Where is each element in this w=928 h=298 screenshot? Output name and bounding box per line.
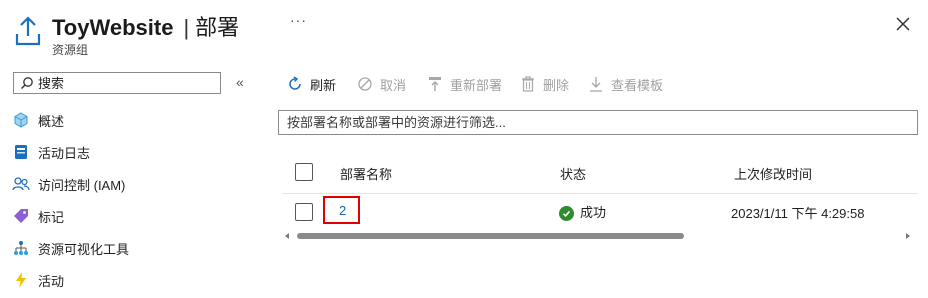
sidebar-item-iam[interactable]: 访问控制 (IAM) [12, 172, 125, 196]
cancel-label: 取消 [380, 77, 407, 93]
lightning-icon [12, 271, 30, 289]
sidebar-item-events[interactable]: 活动 [12, 268, 64, 292]
collapse-sidebar-icon[interactable]: « [236, 74, 244, 90]
status-cell: 成功 [559, 202, 607, 222]
resource-group-name: ToyWebsite [52, 15, 174, 40]
cancel-button[interactable]: 取消 [356, 74, 406, 94]
redeploy-button[interactable]: 重新部署 [426, 74, 502, 94]
sidebar-item-label: 活动 [38, 273, 65, 289]
resource-group-upload-icon [14, 14, 42, 48]
sidebar-item-label: 访问控制 (IAM) [38, 177, 126, 193]
highlight-box [323, 196, 360, 224]
delete-icon [519, 75, 537, 93]
filter-input[interactable] [287, 112, 907, 133]
sidebar-search[interactable] [13, 72, 221, 94]
status-text: 成功 [580, 205, 607, 220]
sidebar-item-overview[interactable]: 概述 [12, 108, 64, 132]
sidebar-search-input[interactable] [38, 74, 218, 92]
redeploy-icon [426, 75, 444, 93]
modified-time-cell: 2023/1/11 下午 4:29:58 [731, 206, 865, 221]
page-subtitle: 资源组 [52, 43, 89, 57]
scrollbar-thumb[interactable] [297, 233, 684, 239]
refresh-icon [286, 75, 304, 93]
header-divider [282, 193, 918, 194]
sidebar-item-label: 概述 [38, 113, 65, 129]
sidebar-item-label: 资源可视化工具 [38, 241, 130, 257]
row-checkbox[interactable] [295, 203, 313, 221]
delete-label: 删除 [543, 77, 570, 93]
people-icon [12, 175, 30, 193]
sidebar-item-label: 标记 [38, 209, 65, 225]
page-title: ToyWebsite | 部署 [52, 10, 239, 42]
activity-log-icon [12, 143, 30, 161]
success-check-icon [559, 206, 574, 222]
column-header-modified[interactable]: 上次修改时间 [734, 164, 812, 183]
delete-button[interactable]: 删除 [519, 74, 569, 94]
tag-icon [12, 207, 30, 225]
sidebar-item-label: 活动日志 [38, 145, 91, 161]
section-name: 部署 [195, 15, 240, 40]
refresh-button[interactable]: 刷新 [286, 74, 336, 94]
close-icon[interactable] [895, 16, 911, 32]
search-icon [20, 76, 34, 90]
overview-cube-icon [12, 111, 30, 129]
refresh-label: 刷新 [310, 77, 337, 93]
redeploy-label: 重新部署 [450, 77, 503, 93]
column-header-status[interactable]: 状态 [560, 164, 586, 183]
filter-box[interactable] [278, 110, 918, 135]
view-template-button[interactable]: 查看模板 [587, 74, 663, 94]
cancel-icon [356, 75, 374, 93]
hierarchy-icon [12, 239, 30, 257]
sidebar-item-activity-log[interactable]: 活动日志 [12, 140, 90, 164]
column-header-name[interactable]: 部署名称 [340, 164, 392, 183]
sidebar-item-tags[interactable]: 标记 [12, 204, 64, 228]
sidebar-item-resource-visualizer[interactable]: 资源可视化工具 [12, 236, 129, 260]
view-template-label: 查看模板 [611, 77, 664, 93]
title-separator: | [183, 15, 190, 40]
download-icon [587, 75, 605, 93]
more-options-button[interactable]: ··· [290, 12, 307, 28]
select-all-checkbox[interactable] [295, 163, 313, 181]
